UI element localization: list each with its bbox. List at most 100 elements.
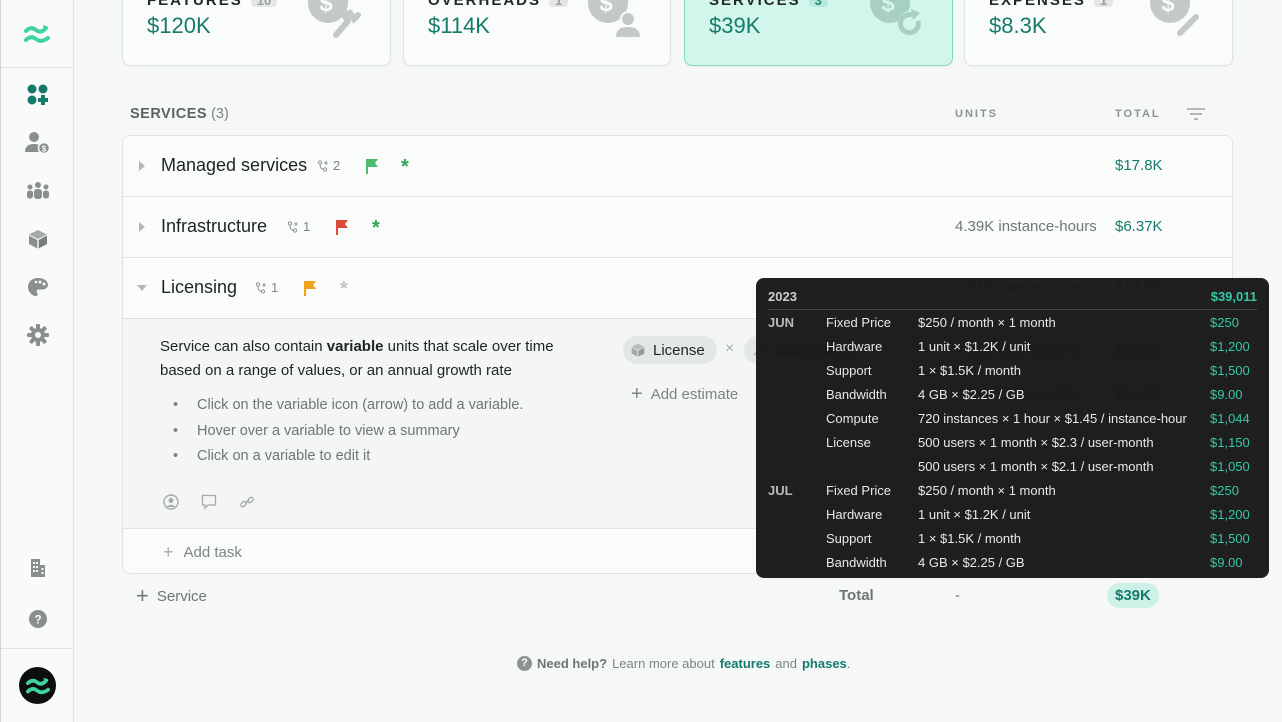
tooltip-item-name: Support	[826, 531, 872, 546]
assignee-icon[interactable]	[163, 494, 179, 510]
add-task-button[interactable]: + Add task	[163, 543, 242, 561]
flag-icon[interactable]	[303, 280, 317, 296]
tooltip-row: JUN Fixed Price $250 / month × 1 month $250	[756, 315, 1269, 339]
asterisk-icon[interactable]: *	[401, 157, 409, 177]
tooltip-item-name: Bandwidth	[826, 555, 887, 570]
tooltip-formula: 720 instances × 1 hour × $1.45 / instanc…	[918, 411, 1187, 426]
tooltip-sum: $39,011	[1210, 289, 1257, 304]
svg-text:$: $	[599, 0, 613, 17]
dollar-user-icon: $	[588, 0, 640, 37]
asterisk-icon[interactable]: *	[340, 279, 348, 299]
total-label: Total	[839, 587, 874, 604]
description-bullets: Click on the variable icon (arrow) to ad…	[171, 397, 523, 474]
filter-icon[interactable]	[1186, 106, 1206, 122]
cube-icon	[631, 343, 645, 357]
caret-right-icon[interactable]	[137, 220, 147, 234]
service-name[interactable]: Licensing	[161, 277, 237, 298]
service-name[interactable]: Managed services	[161, 155, 307, 176]
branch-icon	[317, 159, 328, 172]
sidebar-item-customers[interactable]: $	[1, 127, 74, 159]
card-count: 1	[549, 0, 569, 7]
card-value: $114K	[428, 13, 490, 38]
tooltip-row: JUL Fixed Price $250 / month × 1 month $250	[756, 483, 1269, 507]
tooltip-amount: $1,200	[1210, 339, 1250, 354]
card-count: 1	[1093, 0, 1114, 7]
card-overheads[interactable]: OVERHEADS 1 $114K $	[403, 0, 671, 66]
sidebar-divider	[1, 648, 74, 649]
add-estimate-button[interactable]: + Add estimate	[631, 384, 738, 404]
apps-add-icon	[27, 84, 48, 105]
card-expenses[interactable]: EXPENSES 1 $8.3K $	[964, 0, 1233, 66]
estimate-chip-license[interactable]: License	[623, 336, 717, 364]
total-units: -	[955, 587, 960, 604]
dependencies[interactable]: 2	[317, 158, 340, 173]
phases-link[interactable]: phases	[802, 656, 847, 671]
service-row-managed-services[interactable]: Managed services 2 * $17.8K	[123, 136, 1232, 197]
service-name[interactable]: Infrastructure	[161, 216, 267, 237]
svg-text:$: $	[41, 145, 46, 154]
flag-icon[interactable]	[365, 158, 379, 174]
column-header-total[interactable]: TOTAL	[1115, 108, 1161, 120]
svg-text:$: $	[1161, 0, 1175, 17]
link-icon[interactable]	[239, 494, 255, 510]
sidebar-item-help[interactable]: ?	[1, 603, 74, 635]
tooltip-formula: 500 users × 1 month × $2.1 / user-month	[918, 459, 1154, 474]
bullet-item: Click on a variable to edit it	[171, 448, 523, 474]
user-avatar[interactable]	[19, 667, 56, 704]
card-label: EXPENSES 1	[989, 0, 1114, 8]
card-label: OVERHEADS 1	[428, 0, 569, 8]
tooltip-formula: 1 × $1.5K / month	[918, 363, 1021, 378]
tooltip-amount: $250	[1210, 315, 1239, 330]
tooltip-row: Support 1 × $1.5K / month $1,500	[756, 531, 1269, 555]
service-description[interactable]: Service can also contain variable units …	[160, 335, 580, 383]
question-icon: ?	[517, 656, 532, 671]
sidebar-item-team[interactable]	[1, 175, 74, 207]
sidebar-item-company[interactable]	[1, 552, 74, 584]
tooltip-month: JUL	[768, 483, 793, 498]
comment-icon[interactable]	[201, 494, 217, 510]
user-dollar-icon: $	[24, 132, 50, 154]
building-icon	[30, 559, 45, 577]
dollar-refresh-icon: $	[870, 0, 922, 36]
card-services[interactable]: SERVICES 3 $39K $	[684, 0, 953, 66]
tooltip-amount: $1,150	[1210, 435, 1250, 450]
flag-icon[interactable]	[335, 219, 349, 235]
plus-icon: +	[136, 583, 149, 608]
service-total: $17.8K	[1115, 157, 1163, 174]
dependencies[interactable]: 1	[287, 219, 310, 234]
sidebar-item-settings[interactable]	[1, 319, 74, 351]
tooltip-row: Bandwidth 4 GB × $2.25 / GB $9.00	[756, 387, 1269, 411]
bullet-item: Hover over a variable to view a summary	[171, 423, 523, 449]
tooltip-item-name: Fixed Price	[826, 483, 892, 498]
card-label: FEATURES 10	[147, 0, 278, 8]
tooltip-row: Compute 720 instances × 1 hour × $1.45 / …	[756, 411, 1269, 435]
tooltip-month: JUN	[768, 315, 795, 330]
add-service-button[interactable]: + Service	[136, 585, 207, 607]
service-total: $6.37K	[1115, 218, 1163, 235]
tooltip-formula: 1 unit × $1.2K / unit	[918, 339, 1031, 354]
tooltip-amount: $1,500	[1210, 531, 1250, 546]
features-link[interactable]: features	[720, 656, 771, 671]
column-header-units[interactable]: UNITS	[955, 108, 998, 120]
app-logo[interactable]	[1, 0, 73, 68]
logo-waves-icon	[25, 677, 50, 694]
sidebar-item-design[interactable]	[1, 271, 74, 303]
card-features[interactable]: FEATURES 10 $120K $	[122, 0, 391, 66]
section-count: (3)	[211, 106, 229, 122]
plus-icon: +	[163, 542, 174, 562]
plus-icon: +	[631, 383, 643, 405]
caret-right-icon[interactable]	[137, 159, 147, 173]
remove-chip-icon[interactable]: ×	[725, 340, 734, 358]
sidebar-item-dashboard[interactable]	[1, 79, 74, 111]
sidebar-item-products[interactable]	[1, 223, 74, 255]
asterisk-icon[interactable]: *	[372, 218, 380, 238]
total-badge: $39K	[1107, 583, 1159, 608]
dependencies[interactable]: 1	[255, 280, 278, 295]
people-group-icon	[26, 182, 49, 199]
branch-icon	[287, 220, 298, 233]
tooltip-amount: $1,044	[1210, 411, 1250, 426]
tooltip-amount: $250	[1210, 483, 1239, 498]
card-count: 10	[250, 0, 278, 7]
service-row-infrastructure[interactable]: Infrastructure 1 * 4.39K instance-hours …	[123, 197, 1232, 258]
caret-down-icon[interactable]	[137, 281, 147, 295]
